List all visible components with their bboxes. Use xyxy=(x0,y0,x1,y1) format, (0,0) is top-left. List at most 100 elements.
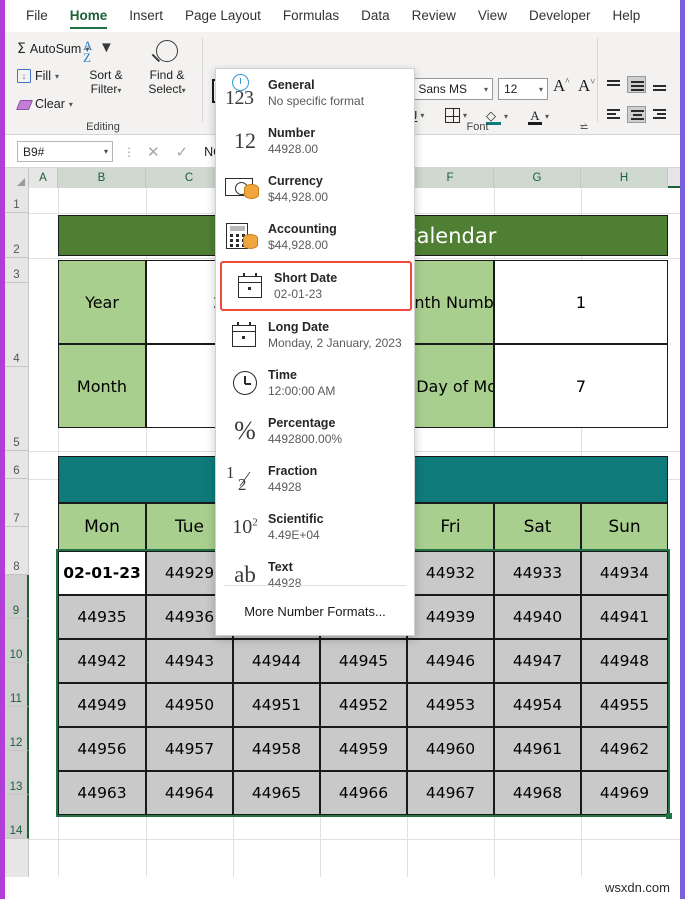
day-cell[interactable]: 44945 xyxy=(320,639,407,683)
day-cell[interactable]: 44955 xyxy=(581,683,668,727)
more-number-formats-item[interactable]: More Number Formats... xyxy=(216,586,414,636)
day-cell[interactable]: 44933 xyxy=(494,551,581,595)
decrease-font-size-button[interactable]: A˅ xyxy=(578,76,595,96)
day-cell[interactable]: 02-01-23 xyxy=(58,551,146,595)
menu-item-percentage[interactable]: % Percentage 4492800.00% xyxy=(216,407,414,455)
align-top-icon[interactable] xyxy=(605,77,622,92)
cancel-formula-icon[interactable]: ✕ xyxy=(147,143,160,161)
column-header-a[interactable]: A xyxy=(29,168,58,188)
day-cell[interactable]: 44941 xyxy=(581,595,668,639)
day-cell[interactable]: 44949 xyxy=(58,683,146,727)
row-header-8[interactable]: 8 xyxy=(5,527,29,575)
menu-item-fraction[interactable]: ⁄ 1 2 Fraction 44928 xyxy=(216,455,414,503)
align-bottom-icon[interactable] xyxy=(651,77,668,92)
column-header-b[interactable]: B xyxy=(58,168,146,188)
align-middle-icon[interactable] xyxy=(627,76,646,93)
fill-button[interactable]: ↓ Fill ▾ xyxy=(17,69,59,83)
row-header-13[interactable]: 13 xyxy=(5,751,29,795)
chevron-down-icon: ▾ xyxy=(545,112,550,121)
day-cell[interactable]: 44965 xyxy=(233,771,320,815)
row-header-9[interactable]: 9 xyxy=(5,575,29,619)
day-cell[interactable]: 44952 xyxy=(320,683,407,727)
day-cell[interactable]: 44956 xyxy=(58,727,146,771)
sort-and-filter-button[interactable]: A Z ▼ Sort & Filter▾ xyxy=(75,39,137,98)
row-header-10[interactable]: 10 xyxy=(5,619,29,663)
find-and-select-button[interactable]: Find & Select▾ xyxy=(137,40,197,98)
tab-page-layout[interactable]: Page Layout xyxy=(174,1,272,31)
day-cell[interactable]: 44951 xyxy=(233,683,320,727)
column-header-f[interactable]: F xyxy=(407,168,494,188)
day-cell[interactable]: 44948 xyxy=(581,639,668,683)
align-center-icon[interactable] xyxy=(627,106,646,123)
tab-data[interactable]: Data xyxy=(350,1,401,31)
day-cell[interactable]: 44946 xyxy=(407,639,494,683)
day-cell[interactable]: 44960 xyxy=(407,727,494,771)
column-header-h[interactable]: H xyxy=(581,168,668,188)
row-header-14[interactable]: 14 xyxy=(5,795,29,839)
menu-item-currency[interactable]: Currency $44,928.00 xyxy=(216,165,414,213)
row-header-11[interactable]: 11 xyxy=(5,663,29,707)
chevron-down-icon: ▾ xyxy=(538,84,543,94)
row-header-1[interactable]: 1 xyxy=(5,188,29,213)
row-header-2[interactable]: 2 xyxy=(5,213,29,258)
day-cell[interactable]: 44932 xyxy=(407,551,494,595)
day-cell[interactable]: 44953 xyxy=(407,683,494,727)
tab-insert[interactable]: Insert xyxy=(118,1,174,31)
font-dialog-launcher[interactable]: ⥨ xyxy=(580,121,588,132)
day-cell[interactable]: 44969 xyxy=(581,771,668,815)
row-header-7[interactable]: 7 xyxy=(5,479,29,527)
day-cell[interactable]: 44944 xyxy=(233,639,320,683)
tab-formulas[interactable]: Formulas xyxy=(272,1,350,31)
clear-button[interactable]: Clear ▾ xyxy=(17,97,73,111)
name-box[interactable]: B9# ▾ xyxy=(17,141,113,162)
day-cell[interactable]: 44966 xyxy=(320,771,407,815)
day-cell[interactable]: 44954 xyxy=(494,683,581,727)
menu-item-scientific[interactable]: 102 Scientific 4.49E+04 xyxy=(216,503,414,551)
tab-home[interactable]: Home xyxy=(59,1,119,31)
day-cell[interactable]: 44950 xyxy=(146,683,233,727)
tab-file[interactable]: File xyxy=(15,1,59,31)
day-cell[interactable]: 44968 xyxy=(494,771,581,815)
align-right-icon[interactable] xyxy=(651,107,668,122)
day-cell[interactable]: 44947 xyxy=(494,639,581,683)
menu-item-number[interactable]: 12 Number 44928.00 xyxy=(216,117,414,165)
font-size-box[interactable]: 12 ▾ xyxy=(498,78,548,100)
month-number-value[interactable]: 1 xyxy=(494,260,668,344)
day-cell[interactable]: 44940 xyxy=(494,595,581,639)
menu-item-accounting[interactable]: Accounting $44,928.00 xyxy=(216,213,414,261)
tab-view[interactable]: View xyxy=(467,1,518,31)
increase-font-size-button[interactable]: A^ xyxy=(553,76,570,96)
align-left-icon[interactable] xyxy=(605,107,622,122)
day-cell[interactable]: 44939 xyxy=(407,595,494,639)
select-all-corner[interactable] xyxy=(5,168,29,188)
confirm-formula-icon[interactable]: ✓ xyxy=(176,143,189,161)
selection-fill-handle[interactable] xyxy=(666,813,672,819)
row-header-6[interactable]: 6 xyxy=(5,451,29,479)
menu-item-title: General xyxy=(268,77,315,92)
row-header-5[interactable]: 5 xyxy=(5,367,29,451)
first-day-value[interactable]: 7 xyxy=(494,344,668,428)
menu-item-general[interactable]: 123 General No specific format xyxy=(216,69,414,117)
row-header-3[interactable]: 3 xyxy=(5,258,29,283)
tab-help[interactable]: Help xyxy=(602,1,652,31)
day-cell[interactable]: 44957 xyxy=(146,727,233,771)
day-cell[interactable]: 44961 xyxy=(494,727,581,771)
tab-review[interactable]: Review xyxy=(401,1,467,31)
day-cell[interactable]: 44935 xyxy=(58,595,146,639)
day-cell[interactable]: 44964 xyxy=(146,771,233,815)
day-cell[interactable]: 44963 xyxy=(58,771,146,815)
menu-item-short-date[interactable]: Short Date 02-01-23 xyxy=(220,261,412,311)
day-cell[interactable]: 44943 xyxy=(146,639,233,683)
menu-item-long-date[interactable]: Long Date Monday, 2 January, 2023 xyxy=(216,311,414,359)
day-cell[interactable]: 44962 xyxy=(581,727,668,771)
row-header-4[interactable]: 4 xyxy=(5,283,29,367)
day-cell[interactable]: 44959 xyxy=(320,727,407,771)
day-cell[interactable]: 44942 xyxy=(58,639,146,683)
column-header-g[interactable]: G xyxy=(494,168,581,188)
row-header-12[interactable]: 12 xyxy=(5,707,29,751)
day-cell[interactable]: 44967 xyxy=(407,771,494,815)
menu-item-time[interactable]: Time 12:00:00 AM xyxy=(216,359,414,407)
tab-developer[interactable]: Developer xyxy=(518,1,602,31)
day-cell[interactable]: 44958 xyxy=(233,727,320,771)
day-cell[interactable]: 44934 xyxy=(581,551,668,595)
